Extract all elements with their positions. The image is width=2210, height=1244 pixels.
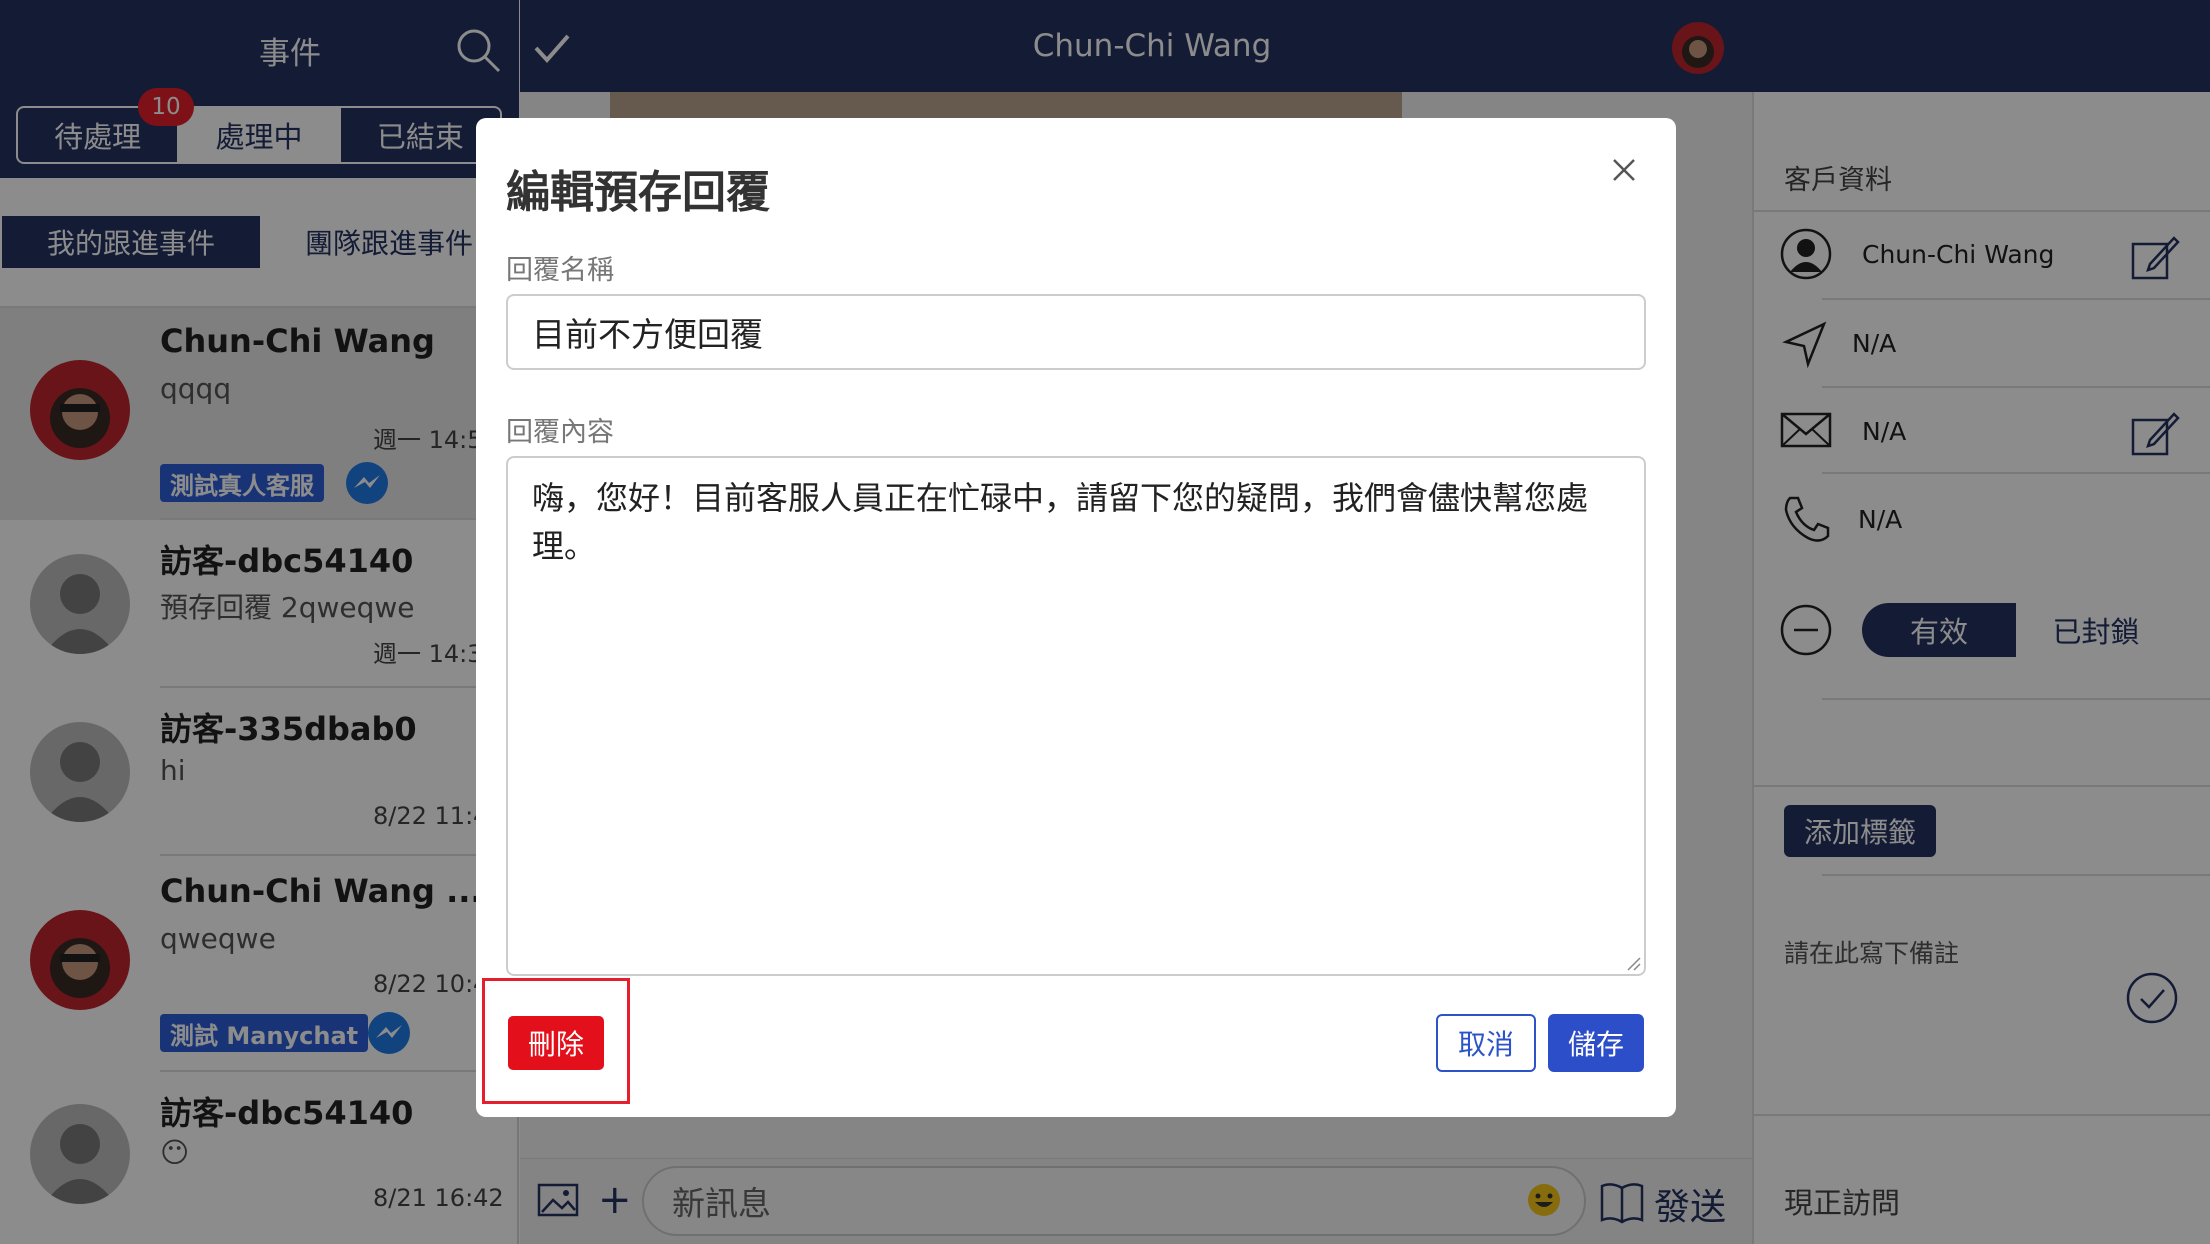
- delete-button[interactable]: 刪除: [508, 1016, 604, 1070]
- save-button[interactable]: 儲存: [1548, 1014, 1644, 1072]
- reply-content-label: 回覆內容: [506, 417, 614, 448]
- reply-content-textarea[interactable]: 嗨，您好！目前客服人員正在忙碌中，請留下您的疑問，我們會儘快幫您處理。: [506, 456, 1646, 976]
- reply-name-input[interactable]: 目前不方便回覆: [506, 294, 1646, 370]
- dialog-title: 編輯預存回覆: [506, 167, 770, 218]
- cancel-button[interactable]: 取消: [1436, 1014, 1536, 1072]
- close-icon[interactable]: [1608, 154, 1640, 186]
- reply-name-label: 回覆名稱: [506, 255, 614, 286]
- resize-handle-icon[interactable]: [1626, 956, 1642, 972]
